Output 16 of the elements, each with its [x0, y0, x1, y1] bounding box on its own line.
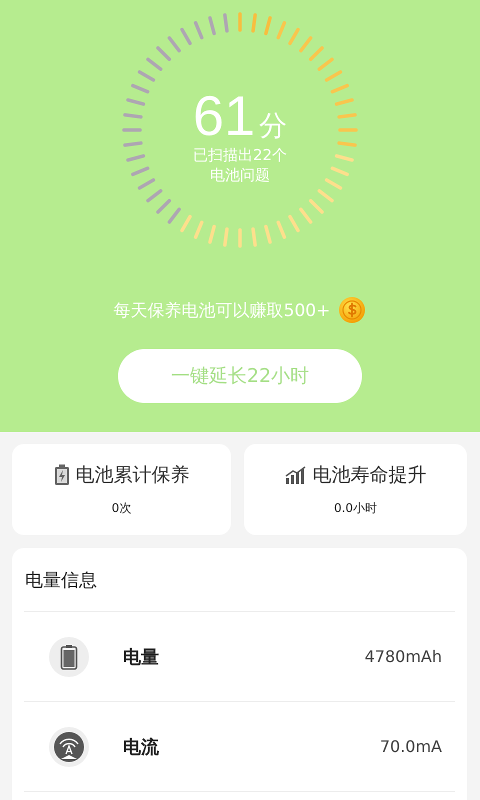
- stat-title: 电池累计保养: [76, 463, 190, 488]
- stat-value: 0次: [112, 500, 132, 517]
- coin-icon: [338, 296, 366, 324]
- current-meter-icon: [49, 726, 89, 766]
- section-title: 电量信息: [24, 548, 455, 612]
- battery-icon: [49, 636, 89, 676]
- info-label: 电流: [123, 736, 160, 758]
- extend-button[interactable]: 一键延长22小时: [118, 349, 362, 403]
- stat-title: 电池寿命提升: [312, 463, 426, 488]
- reward-text: 每天保养电池可以赚取500+: [114, 300, 330, 322]
- signal-bars-icon: [284, 466, 306, 484]
- stat-value: 0.0小时: [334, 500, 378, 517]
- info-value: 70.0mA: [380, 737, 442, 756]
- info-value: 4780mAh: [364, 647, 442, 666]
- info-label: 电量: [123, 646, 160, 668]
- battery-charge-icon: [54, 464, 70, 486]
